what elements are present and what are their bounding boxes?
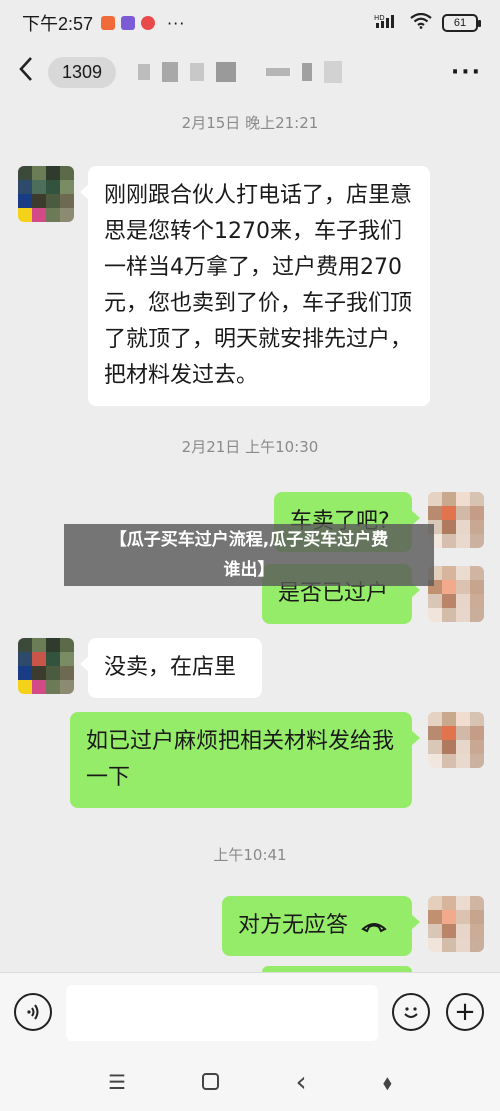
status-bar: 下午2:57 ··· HD 61	[0, 0, 500, 46]
phone-hangup-icon	[361, 923, 387, 933]
overlay-title-line: 【瓜子买车过户流程,瓜子买车过户费	[109, 530, 389, 550]
emoji-icon	[404, 1007, 418, 1018]
more-actions-button[interactable]: +	[446, 993, 484, 1031]
self-avatar[interactable]	[428, 566, 484, 622]
wifi-icon	[410, 12, 432, 33]
contact-avatar[interactable]	[18, 638, 74, 694]
emoji-button[interactable]	[392, 993, 430, 1031]
overlay-title-line: 谁出】	[223, 560, 275, 580]
message-timestamp: 2月21日 上午10:30	[181, 438, 319, 456]
status-right-group: HD 61	[374, 12, 481, 33]
hd-label: HD	[374, 14, 385, 22]
incoming-message-bubble[interactable]: 没卖，在店里	[80, 638, 262, 698]
message-input[interactable]	[66, 985, 378, 1041]
home-button-icon[interactable]	[202, 1073, 220, 1090]
status-more-icon: ···	[167, 13, 186, 33]
message-input-bar: +	[0, 972, 500, 1052]
back-button[interactable]	[18, 56, 42, 88]
message-timestamp: 2月15日 晚上21:21	[181, 114, 319, 132]
contact-name-redacted	[138, 61, 343, 83]
contact-avatar[interactable]	[18, 166, 74, 222]
chevron-left-icon	[19, 57, 32, 81]
self-avatar[interactable]	[428, 712, 484, 768]
app-notification-icon	[121, 16, 136, 30]
more-options-button[interactable]: ···	[451, 60, 482, 85]
call-status-bubble[interactable]: 对方无应答	[222, 896, 420, 956]
status-app-icons	[101, 16, 156, 30]
app-notification-icon	[101, 16, 116, 30]
status-time: 下午2:57	[22, 14, 94, 34]
self-avatar[interactable]	[428, 492, 484, 548]
call-status-text: 对方无应答	[238, 913, 349, 938]
back-nav-icon[interactable]: ‹	[295, 1065, 306, 1098]
chat-header: 1309 ···	[0, 46, 500, 98]
menu-icon[interactable]: ☰	[108, 1070, 126, 1094]
voice-icon	[27, 1004, 39, 1020]
outgoing-message-bubble[interactable]: 如已过户麻烦把相关材料发给我一下	[70, 712, 420, 808]
unread-count-badge[interactable]: 1309	[48, 56, 117, 88]
overlay-title-banner: 【瓜子买车过户流程,瓜子买车过户费 谁出】	[64, 524, 434, 586]
self-avatar[interactable]	[428, 896, 484, 952]
voice-input-button[interactable]	[14, 993, 52, 1031]
assistant-icon[interactable]: ⬧	[383, 1070, 392, 1094]
incoming-message-bubble[interactable]: 刚刚跟合伙人打电话了，店里意思是您转个1270来，车子我们一样当4万拿了，过户费…	[80, 166, 430, 406]
app-notification-icon	[141, 16, 156, 30]
signal-icon: HD	[374, 13, 400, 33]
system-nav-bar: ☰ ‹ ⬧	[0, 1052, 500, 1111]
message-timestamp: 上午10:41	[213, 846, 287, 864]
battery-icon: 61	[442, 14, 481, 32]
